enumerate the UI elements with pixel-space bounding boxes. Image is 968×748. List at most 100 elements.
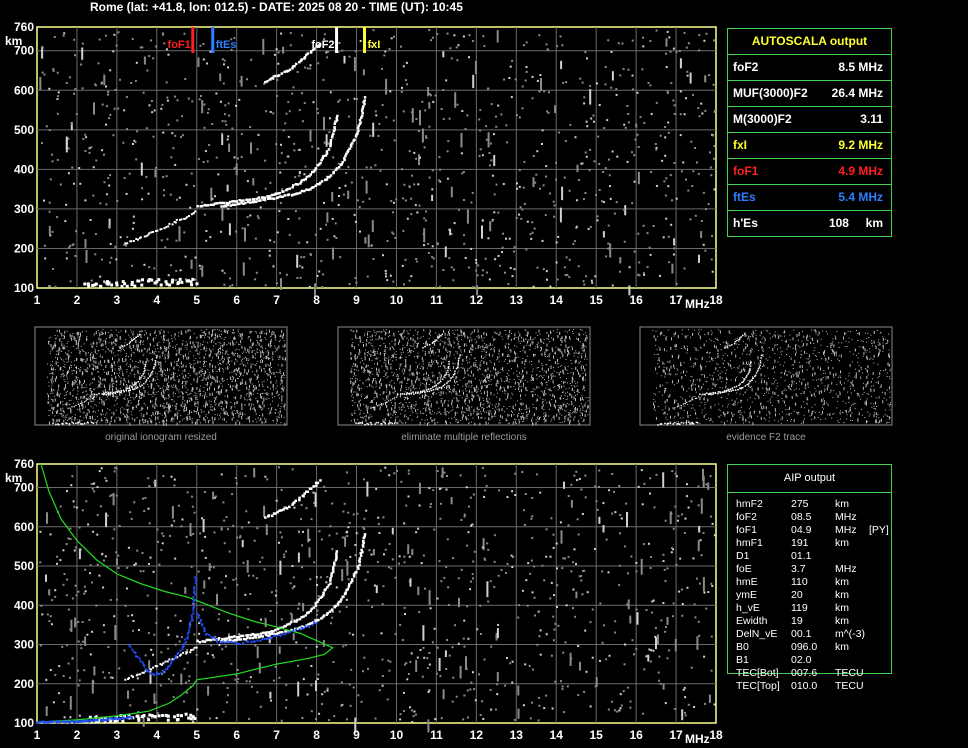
thumbnail-noise: [49, 373, 51, 375]
thumbnail-noise: [456, 353, 458, 355]
thumbnail-noise: [428, 397, 430, 399]
thumbnail-noise: [108, 342, 110, 344]
thumbnail-noise: [158, 341, 160, 343]
thumbnail-noise: [470, 351, 472, 353]
thumbnail-noise: [270, 335, 272, 337]
thumbnail-noise: [257, 341, 258, 343]
thumbnail-noise: [249, 419, 251, 423]
thumbnail-noise: [182, 401, 183, 403]
thumbnail-noise: [523, 403, 524, 405]
thumbnail-noise: [351, 338, 353, 340]
o-f2-trace-point: [222, 201, 226, 205]
thumbnail-noise: [209, 366, 211, 368]
thumbnail-noise: [129, 336, 131, 338]
thumbnail-noise: [553, 366, 555, 368]
thumbnail-noise: [441, 374, 442, 378]
thumbnail-noise: [160, 391, 162, 395]
f1-trace-point: [126, 242, 129, 245]
thumbnail-noise: [519, 351, 521, 352]
o-f2-trace-point: [265, 631, 269, 634]
thumbnail-noise: [428, 421, 430, 423]
es-trace-point: [137, 717, 141, 721]
thumbnail-noise: [578, 363, 580, 365]
thumbnail-noise: [467, 397, 469, 399]
thumbnail-noise: [557, 409, 559, 411]
thumbnail-noise: [143, 348, 145, 350]
thumbnail-noise: [205, 333, 207, 336]
thumbnail-noise: [194, 371, 196, 373]
thumbnail-noise: [244, 397, 246, 399]
thumbnail-noise: [493, 366, 495, 370]
thumbnail-noise: [77, 409, 79, 411]
thumbnail-noise: [187, 389, 189, 391]
thumbnail-noise: [275, 387, 277, 389]
thumbnail-noise: [533, 354, 535, 356]
thumbnail-noise: [135, 405, 137, 409]
thumbnail-noise: [66, 330, 68, 332]
thumbnail-noise: [190, 397, 192, 401]
thumbnail-noise: [444, 341, 446, 345]
thumbnail-noise: [436, 401, 438, 404]
thumbnail-noise: [79, 379, 80, 383]
thumbnail-noise: [418, 363, 420, 365]
thumbnail-noise: [96, 341, 98, 345]
thumbnail-noise: [395, 416, 397, 418]
blue-f2-trace-point: [261, 638, 264, 641]
thumbnail-noise: [426, 414, 427, 416]
thumbnail-noise: [173, 386, 175, 388]
thumbnail-noise: [386, 357, 388, 359]
thumbnail-noise: [101, 400, 103, 403]
thumbnail-noise: [169, 385, 171, 387]
thumbnail-noise: [265, 418, 267, 420]
thumbnail-noise: [545, 387, 547, 389]
thumbnail-noise: [447, 400, 449, 402]
thumbnail-noise: [90, 406, 92, 407]
thumbnail-noise: [200, 390, 201, 392]
thumbnail-noise: [399, 420, 401, 422]
thumbnail-noise: [561, 381, 563, 383]
multiple-trace-point: [266, 80, 269, 83]
thumbnail-noise: [171, 335, 172, 337]
blue-f1-trace-point: [182, 644, 185, 647]
thumbnail-noise: [455, 336, 457, 338]
thumbnail-noise: [142, 330, 143, 332]
thumbnail-noise: [72, 385, 73, 387]
thumbnail-noise: [266, 351, 268, 353]
thumbnail-noise: [539, 417, 540, 420]
thumbnail-noise: [195, 395, 197, 397]
thumbnail-noise: [540, 416, 542, 418]
thumbnail-noise: [556, 329, 558, 331]
thumbnail-noise: [473, 387, 474, 389]
thumbnail-noise: [85, 369, 87, 373]
thumbnail-noise: [95, 358, 97, 360]
thumbnail-noise: [159, 405, 161, 407]
thumbnail-noise: [388, 361, 389, 365]
thumbnail-noise: [128, 334, 130, 336]
thumbnail-noise: [51, 383, 53, 385]
thumbnail-noise: [235, 373, 237, 375]
thumbnail-noise: [80, 332, 82, 334]
thumbnail-noise: [167, 331, 169, 333]
thumbnail-noise: [198, 370, 200, 374]
thumbnail-noise: [102, 413, 104, 415]
thumbnail-noise: [62, 335, 64, 337]
blue-base-trace-point: [51, 720, 55, 723]
thumbnail-noise: [487, 410, 489, 412]
blue-f1-trace-point: [173, 658, 176, 661]
f1-trace-point: [168, 222, 171, 225]
thumbnail-noise: [69, 392, 71, 396]
thumb-x-f2-trace-point: [141, 384, 143, 386]
thumbnail-noise: [507, 336, 509, 340]
thumbnail-noise: [203, 347, 205, 351]
blue-f2-trace-point: [208, 634, 211, 636]
thumbnail-noise: [283, 340, 285, 342]
thumbnail-noise: [193, 369, 195, 373]
thumbnail-noise: [239, 421, 241, 425]
thumbnail-noise: [91, 391, 93, 392]
thumbnail-noise: [64, 374, 65, 376]
thumbnail-noise: [213, 377, 215, 381]
thumbnail-noise: [493, 338, 495, 342]
es-trace-point: [133, 284, 137, 288]
thumbnail-noise: [444, 399, 446, 401]
thumbnail-noise: [66, 378, 68, 380]
